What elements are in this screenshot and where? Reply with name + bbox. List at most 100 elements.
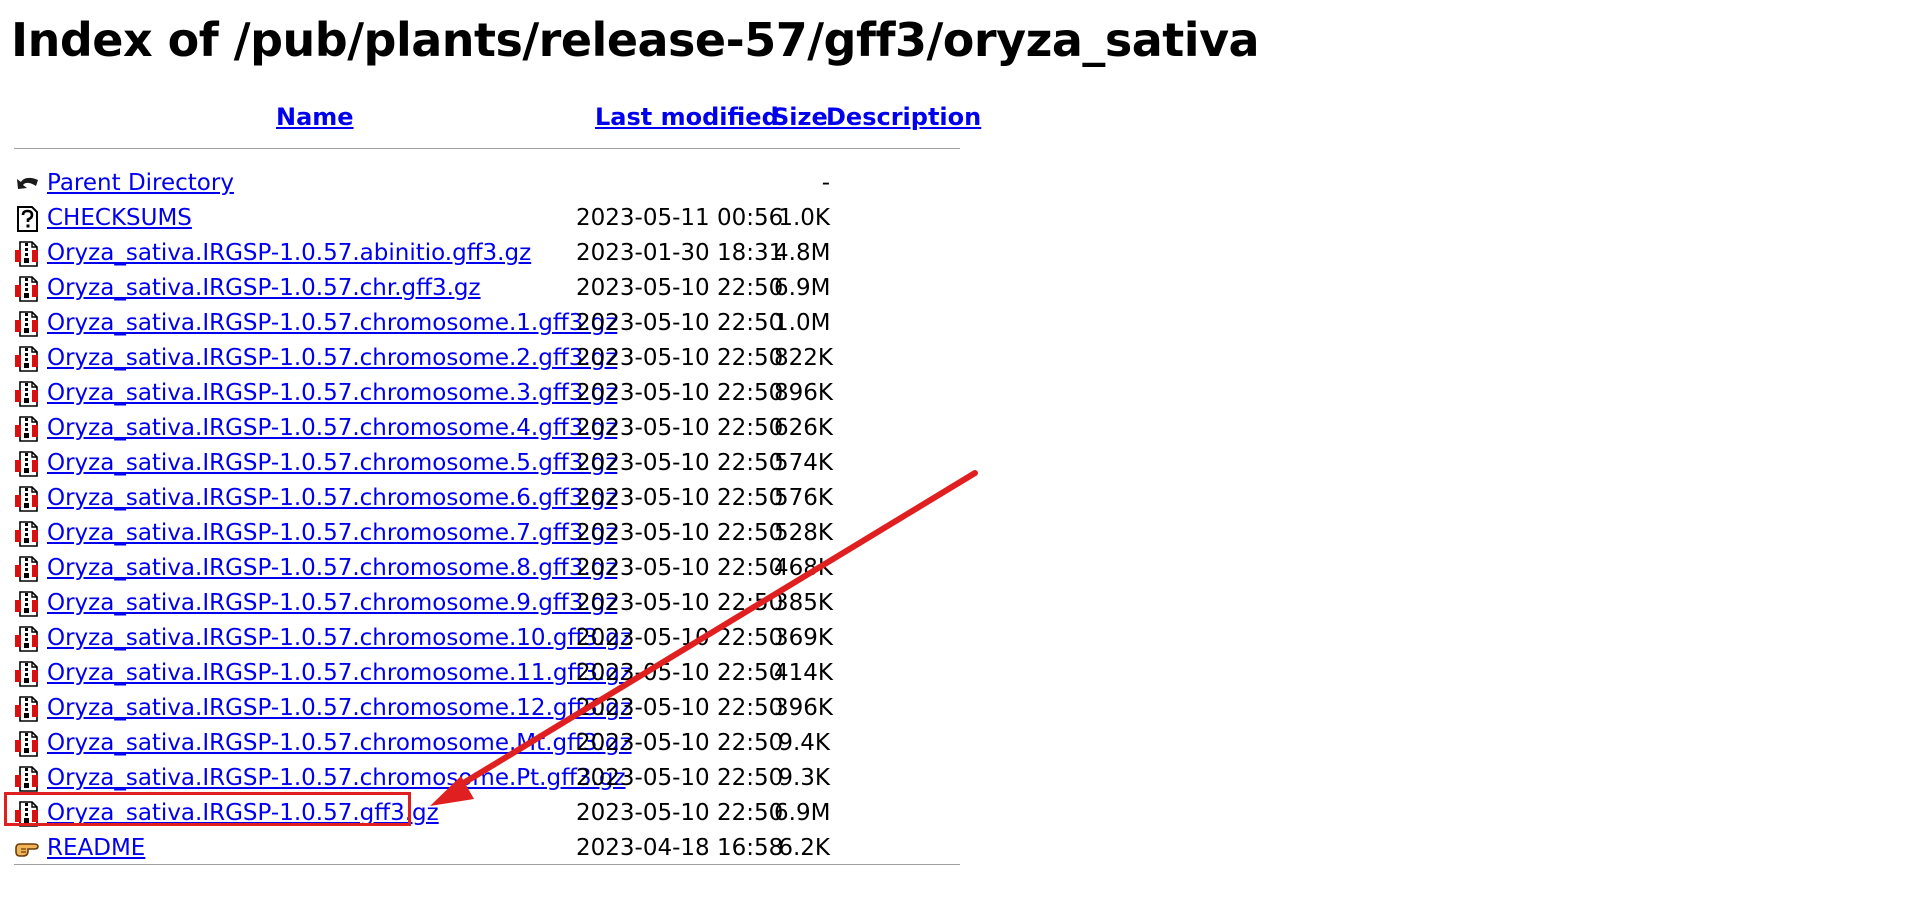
page-title: Index of /pub/plants/release-57/gff3/ory…	[11, 13, 1260, 67]
last-modified-cell: 2023-05-10 22:50	[576, 765, 784, 791]
file-link[interactable]: Oryza_sativa.IRGSP-1.0.57.chromosome.10.…	[47, 621, 632, 656]
last-modified-cell: 2023-05-10 22:50	[576, 520, 784, 546]
file-row: CHECKSUMS 2023-05-11 00:56 1.0K	[14, 201, 960, 236]
compressed-file-icon	[14, 556, 40, 582]
compressed-file-icon	[14, 381, 40, 407]
compressed-file-icon	[14, 626, 40, 652]
file-row: Oryza_sativa.IRGSP-1.0.57.chromosome.12.…	[14, 691, 960, 726]
file-link[interactable]: Parent Directory	[47, 166, 234, 201]
file-row: Oryza_sativa.IRGSP-1.0.57.chromosome.2.g…	[14, 341, 960, 376]
file-row: README 2023-04-18 16:58 6.2K	[14, 831, 960, 866]
last-modified-cell: 2023-05-10 22:50	[576, 415, 784, 441]
size-cell: 414K	[774, 660, 833, 686]
file-link[interactable]: README	[47, 831, 145, 866]
sort-by-description-link[interactable]: Description	[826, 103, 981, 131]
file-row: Oryza_sativa.IRGSP-1.0.57.chromosome.8.g…	[14, 551, 960, 586]
file-link[interactable]: Oryza_sativa.IRGSP-1.0.57.chromosome.Mt.…	[47, 726, 632, 761]
file-row: Oryza_sativa.IRGSP-1.0.57.chromosome.9.g…	[14, 586, 960, 621]
file-link[interactable]: Oryza_sativa.IRGSP-1.0.57.abinitio.gff3.…	[47, 236, 531, 271]
last-modified-cell: 2023-05-10 22:50	[576, 730, 784, 756]
size-cell: 6.9M	[774, 800, 831, 826]
size-cell: 822K	[774, 345, 833, 371]
size-cell: 4.8M	[774, 240, 831, 266]
file-row: Oryza_sativa.IRGSP-1.0.57.chromosome.11.…	[14, 656, 960, 691]
size-cell: -	[821, 170, 830, 196]
size-cell: 385K	[774, 590, 833, 616]
compressed-file-icon	[14, 766, 40, 792]
compressed-file-icon	[14, 346, 40, 372]
file-row: Oryza_sativa.IRGSP-1.0.57.chromosome.5.g…	[14, 446, 960, 481]
file-row: Oryza_sativa.IRGSP-1.0.57.chromosome.Mt.…	[14, 726, 960, 761]
compressed-file-icon	[14, 731, 40, 757]
last-modified-cell: 2023-05-10 22:50	[576, 800, 784, 826]
file-link[interactable]: Oryza_sativa.IRGSP-1.0.57.chromosome.5.g…	[47, 446, 617, 481]
size-cell: 528K	[774, 520, 833, 546]
file-row: Parent Directory -	[14, 166, 960, 201]
last-modified-cell: 2023-05-10 22:50	[576, 555, 784, 581]
file-link[interactable]: Oryza_sativa.IRGSP-1.0.57.chr.gff3.gz	[47, 271, 481, 306]
last-modified-cell: 2023-01-30 18:31	[576, 240, 784, 266]
size-cell: 574K	[774, 450, 833, 476]
file-row: Oryza_sativa.IRGSP-1.0.57.chr.gff3.gz 202…	[14, 271, 960, 306]
file-row: Oryza_sativa.IRGSP-1.0.57.chromosome.10.…	[14, 621, 960, 656]
sort-by-size-link[interactable]: Size	[772, 103, 828, 131]
size-cell: 9.4K	[778, 730, 830, 756]
compressed-file-icon	[14, 696, 40, 722]
compressed-file-icon	[14, 311, 40, 337]
file-listing-table: Name Last modified Size Description Pare…	[14, 98, 981, 865]
unknown-file-icon	[14, 206, 40, 232]
compressed-file-icon	[14, 276, 40, 302]
compressed-file-icon	[14, 521, 40, 547]
size-cell: 468K	[774, 555, 833, 581]
sort-by-name-link[interactable]: Name	[276, 103, 354, 131]
size-cell: 576K	[774, 485, 833, 511]
file-link[interactable]: Oryza_sativa.IRGSP-1.0.57.chromosome.12.…	[47, 691, 632, 726]
file-link[interactable]: Oryza_sativa.IRGSP-1.0.57.chromosome.4.g…	[47, 411, 617, 446]
size-cell: 369K	[774, 625, 833, 651]
compressed-file-icon	[14, 451, 40, 477]
file-row: Oryza_sativa.IRGSP-1.0.57.chromosome.7.g…	[14, 516, 960, 551]
last-modified-cell: 2023-05-10 22:50	[576, 485, 784, 511]
size-cell: 626K	[774, 415, 833, 441]
footer-divider	[14, 864, 960, 865]
file-link[interactable]: Oryza_sativa.IRGSP-1.0.57.chromosome.2.g…	[47, 341, 617, 376]
compressed-file-icon	[14, 486, 40, 512]
file-link[interactable]: Oryza_sativa.IRGSP-1.0.57.chromosome.9.g…	[47, 586, 617, 621]
compressed-file-icon	[14, 591, 40, 617]
file-link[interactable]: CHECKSUMS	[47, 201, 192, 236]
file-row: Oryza_sativa.IRGSP-1.0.57.chromosome.1.g…	[14, 306, 960, 341]
file-row: Oryza_sativa.IRGSP-1.0.57.abinitio.gff3.…	[14, 236, 960, 271]
file-link[interactable]: Oryza_sativa.IRGSP-1.0.57.chromosome.1.g…	[47, 306, 617, 341]
highlight-box	[4, 792, 411, 826]
table-header: Name Last modified Size Description	[14, 98, 981, 148]
last-modified-cell: 2023-05-10 22:50	[576, 625, 784, 651]
file-link[interactable]: Oryza_sativa.IRGSP-1.0.57.chromosome.6.g…	[47, 481, 617, 516]
sort-by-last-modified-link[interactable]: Last modified	[595, 103, 779, 131]
back-icon	[14, 171, 40, 197]
size-cell: 896K	[774, 380, 833, 406]
file-link[interactable]: Oryza_sativa.IRGSP-1.0.57.chromosome.11.…	[47, 656, 632, 691]
compressed-file-icon	[14, 241, 40, 267]
size-cell: 396K	[774, 695, 833, 721]
last-modified-cell: 2023-04-18 16:58	[576, 835, 784, 861]
last-modified-cell: 2023-05-10 22:50	[576, 380, 784, 406]
compressed-file-icon	[14, 416, 40, 442]
last-modified-cell: 2023-05-10 22:50	[576, 695, 784, 721]
last-modified-cell: 2023-05-11 00:56	[576, 205, 784, 231]
file-link[interactable]: Oryza_sativa.IRGSP-1.0.57.chromosome.Pt.…	[47, 761, 626, 796]
hand-pointer-icon	[14, 836, 40, 862]
last-modified-cell: 2023-05-10 22:50	[576, 310, 784, 336]
last-modified-cell: 2023-05-10 22:50	[576, 450, 784, 476]
file-row: Oryza_sativa.IRGSP-1.0.57.chromosome.6.g…	[14, 481, 960, 516]
file-link[interactable]: Oryza_sativa.IRGSP-1.0.57.chromosome.3.g…	[47, 376, 617, 411]
file-row: Oryza_sativa.IRGSP-1.0.57.chromosome.3.g…	[14, 376, 960, 411]
file-link[interactable]: Oryza_sativa.IRGSP-1.0.57.chromosome.8.g…	[47, 551, 617, 586]
compressed-file-icon	[14, 661, 40, 687]
file-row: Oryza_sativa.IRGSP-1.0.57.chromosome.4.g…	[14, 411, 960, 446]
header-divider	[14, 148, 960, 149]
size-cell: 9.3K	[778, 765, 830, 791]
last-modified-cell: 2023-05-10 22:50	[576, 660, 784, 686]
file-link[interactable]: Oryza_sativa.IRGSP-1.0.57.chromosome.7.g…	[47, 516, 617, 551]
file-row: Oryza_sativa.IRGSP-1.0.57.chromosome.Pt.…	[14, 761, 960, 796]
file-rows: Parent Directory - CHECKSUMS 2023-05-11 00:…	[14, 166, 960, 866]
